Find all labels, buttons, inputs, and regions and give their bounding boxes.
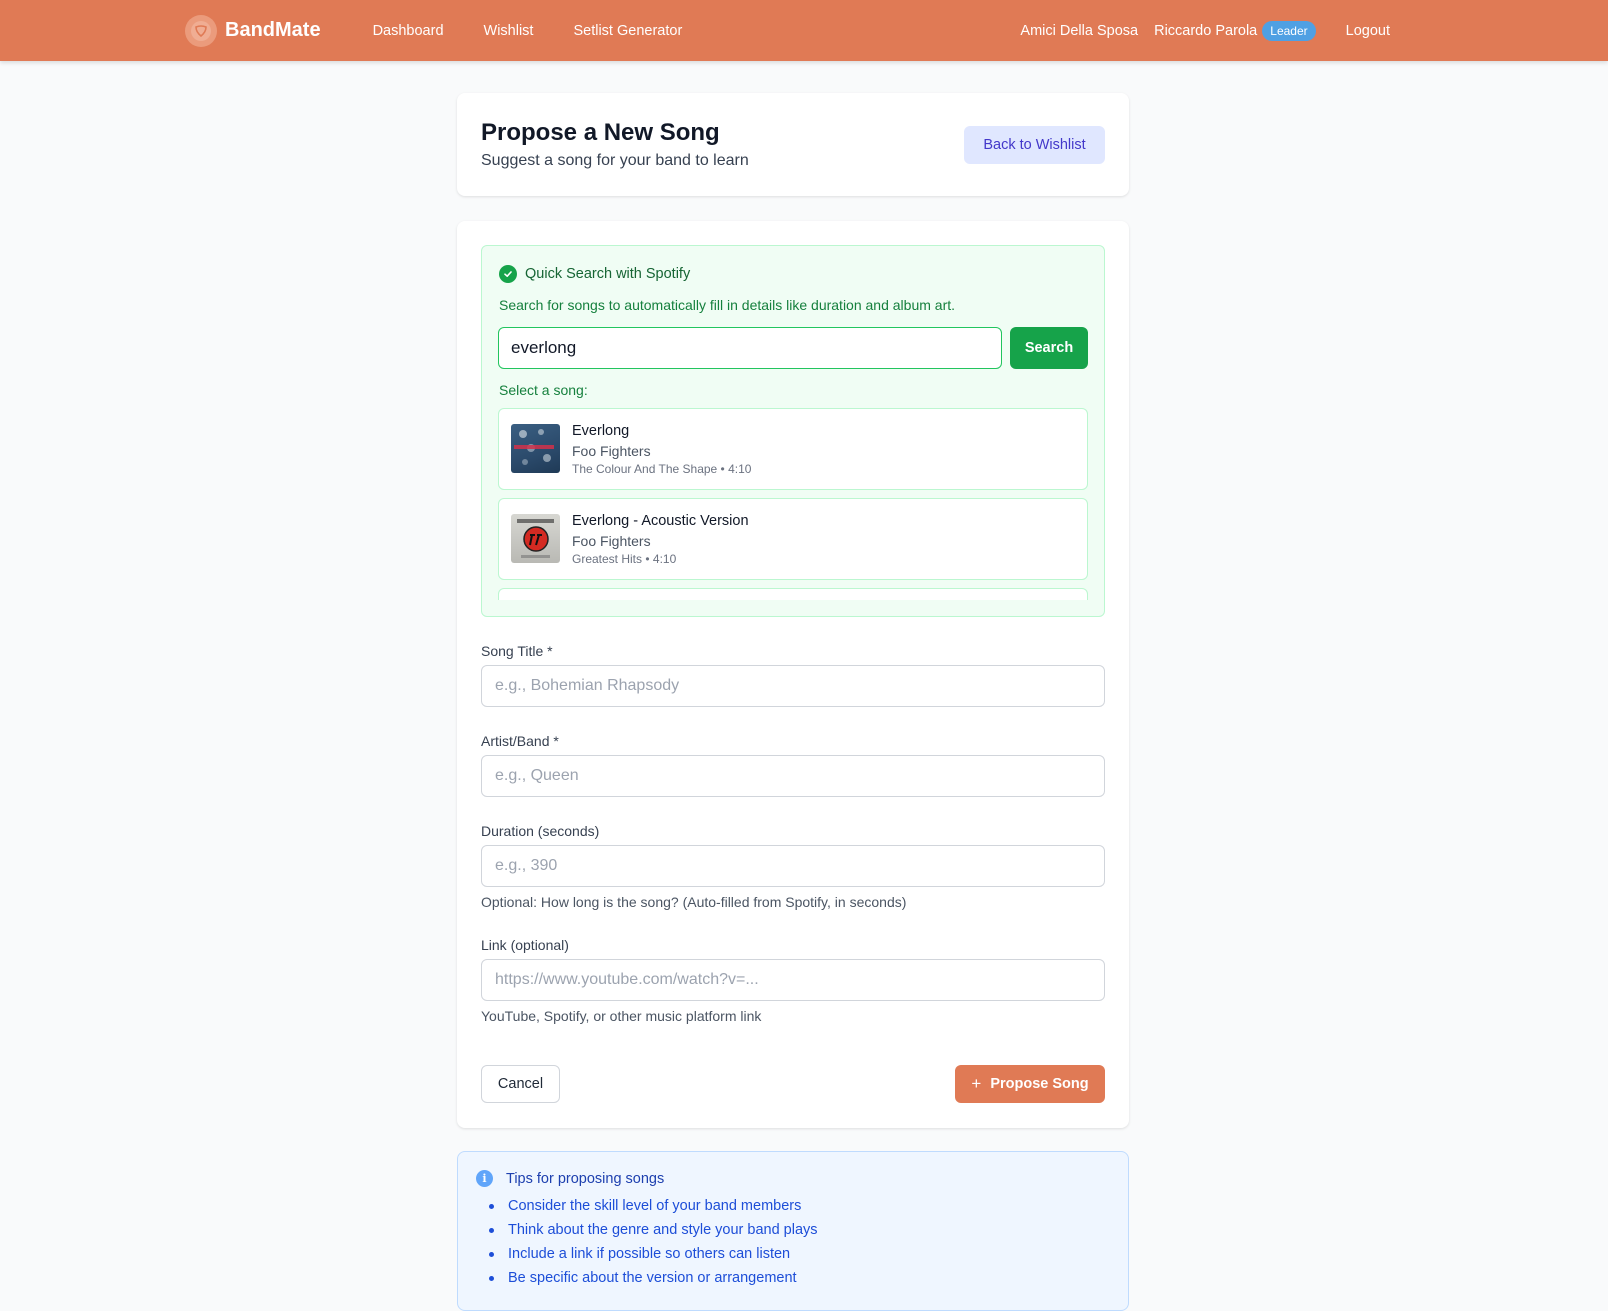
spotify-search-button[interactable]: Search: [1010, 327, 1088, 369]
artist-label: Artist/Band *: [481, 733, 559, 749]
user-name: Riccardo Parola: [1154, 22, 1258, 39]
duration-input[interactable]: [481, 845, 1105, 887]
guitar-pick-logo-icon: [185, 14, 217, 47]
logout-link[interactable]: Logout: [1346, 23, 1390, 39]
role-badge: Leader: [1262, 20, 1316, 41]
brand-name: BandMate: [225, 19, 321, 41]
nav-link-wishlist[interactable]: Wishlist: [484, 23, 534, 39]
propose-song-label: Propose Song: [990, 1076, 1089, 1092]
tip-item: Consider the skill level of your band me…: [489, 1197, 818, 1221]
check-circle-icon: [499, 265, 517, 283]
tips-panel: i Tips for proposing songs Consider the …: [457, 1151, 1129, 1311]
spotify-search-panel: Quick Search with Spotify Search for son…: [481, 245, 1105, 617]
spotify-result-item[interactable]: Everlong Foo Fighters The Colour And The…: [498, 408, 1088, 490]
spotify-result-item-partial[interactable]: [498, 588, 1088, 600]
nav-link-setlist-generator[interactable]: Setlist Generator: [573, 23, 682, 39]
cancel-button[interactable]: Cancel: [481, 1065, 560, 1103]
plus-icon: +: [971, 1074, 982, 1093]
result-meta: The Colour And The Shape • 4:10: [572, 462, 752, 476]
back-to-wishlist-button[interactable]: Back to Wishlist: [964, 126, 1105, 164]
page-subtitle: Suggest a song for your band to learn: [481, 152, 749, 169]
nav-links: Dashboard Wishlist Setlist Generator: [373, 23, 723, 39]
nav-link-dashboard[interactable]: Dashboard: [373, 23, 444, 39]
page-header-card: Propose a New Song Suggest a song for yo…: [457, 93, 1129, 196]
link-help-text: YouTube, Spotify, or other music platfor…: [481, 1008, 762, 1024]
navbar-content: BandMate Dashboard Wishlist Setlist Gene…: [185, 0, 1390, 61]
top-navbar: BandMate Dashboard Wishlist Setlist Gene…: [0, 0, 1608, 61]
tips-heading: i Tips for proposing songs: [476, 1170, 664, 1187]
select-song-label: Select a song:: [499, 382, 588, 398]
propose-song-form: Quick Search with Spotify Search for son…: [457, 221, 1129, 1128]
spotify-results-list[interactable]: Everlong Foo Fighters The Colour And The…: [498, 408, 1088, 600]
result-meta: Greatest Hits • 4:10: [572, 552, 677, 566]
duration-label: Duration (seconds): [481, 823, 600, 839]
song-title-label: Song Title *: [481, 643, 553, 659]
page-title: Propose a New Song: [481, 119, 720, 146]
artist-input[interactable]: [481, 755, 1105, 797]
tips-title: Tips for proposing songs: [506, 1170, 665, 1187]
spotify-search-heading: Quick Search with Spotify: [499, 265, 690, 283]
result-title: Everlong - Acoustic Version: [572, 513, 749, 529]
result-artist: Foo Fighters: [572, 443, 651, 459]
spotify-search-description: Search for songs to automatically fill i…: [499, 297, 956, 313]
spotify-search-title: Quick Search with Spotify: [525, 266, 691, 282]
result-title: Everlong: [572, 423, 630, 439]
info-icon: i: [476, 1170, 493, 1187]
album-art-cover: [511, 424, 560, 473]
result-artist: Foo Fighters: [572, 533, 651, 549]
propose-song-button[interactable]: + Propose Song: [955, 1065, 1105, 1103]
user-info: Riccardo Parola Leader: [1154, 20, 1316, 41]
tip-item: Think about the genre and style your ban…: [489, 1221, 818, 1245]
tip-item: Be specific about the version or arrange…: [489, 1269, 818, 1293]
link-label: Link (optional): [481, 937, 569, 953]
spotify-result-item[interactable]: Everlong - Acoustic Version Foo Fighters…: [498, 498, 1088, 580]
duration-help-text: Optional: How long is the song? (Auto-fi…: [481, 894, 907, 910]
link-input[interactable]: [481, 959, 1105, 1001]
tip-item: Include a link if possible so others can…: [489, 1245, 818, 1269]
spotify-search-input[interactable]: [498, 327, 1002, 369]
song-title-input[interactable]: [481, 665, 1105, 707]
tips-list: Consider the skill level of your band me…: [489, 1197, 818, 1293]
band-name: Amici Della Sposa: [1020, 22, 1139, 39]
nav-user-area: Amici Della Sposa Riccardo Parola Leader…: [1020, 20, 1390, 41]
brand[interactable]: BandMate: [185, 14, 321, 47]
album-art-cover: [511, 514, 560, 563]
